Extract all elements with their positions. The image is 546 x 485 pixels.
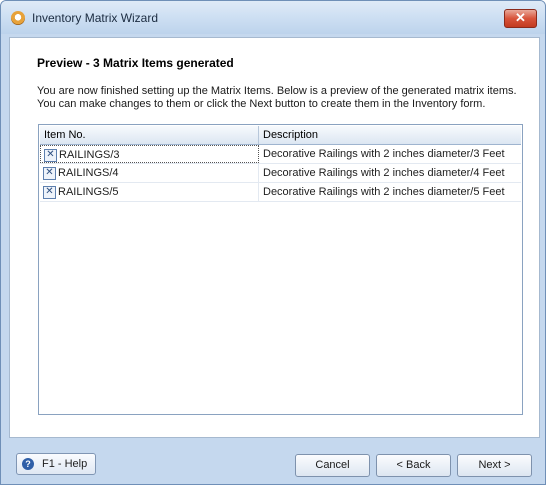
cancel-button[interactable]: Cancel [295,454,370,477]
description-cell[interactable]: Decorative Railings with 2 inches diamet… [259,164,521,182]
close-button[interactable]: ✕ [504,9,537,28]
description-line-1: You are now finished setting up the Matr… [37,85,517,97]
page-heading: Preview - 3 Matrix Items generated [37,56,234,70]
delete-row-icon[interactable]: ✕ [44,149,57,162]
column-header-description[interactable]: Description [259,126,521,144]
description-line-2: You can make changes to them or click th… [37,98,486,110]
matrix-items-grid[interactable]: Item No. Description ✕ RAILINGS/3 Decora… [38,124,523,415]
next-button[interactable]: Next > [457,454,532,477]
grid-header: Item No. Description [40,126,521,145]
help-button[interactable]: ? F1 - Help [16,453,96,475]
back-button[interactable]: < Back [376,454,451,477]
window-title: Inventory Matrix Wizard [32,11,159,25]
table-row[interactable]: ✕ RAILINGS/4 Decorative Railings with 2 … [40,164,521,183]
delete-row-icon[interactable]: ✕ [43,186,56,199]
table-row[interactable]: ✕ RAILINGS/3 Decorative Railings with 2 … [40,145,521,164]
content-panel: Preview - 3 Matrix Items generated You a… [9,37,540,438]
column-header-item-no[interactable]: Item No. [40,126,259,144]
help-label: F1 - Help [42,458,88,470]
item-no-text: RAILINGS/4 [58,167,119,179]
description-cell[interactable]: Decorative Railings with 2 inches diamet… [259,183,521,201]
item-no-text: RAILINGS/3 [59,149,120,161]
title-bar[interactable]: Inventory Matrix Wizard ✕ [1,1,545,34]
help-icon: ? [22,458,34,470]
wizard-window: Inventory Matrix Wizard ✕ Preview - 3 Ma… [0,0,546,485]
item-no-text: RAILINGS/5 [58,186,119,198]
app-icon [11,11,25,25]
item-no-cell[interactable]: ✕ RAILINGS/3 [40,145,259,163]
item-no-cell[interactable]: ✕ RAILINGS/5 [40,183,259,201]
description-cell[interactable]: Decorative Railings with 2 inches diamet… [259,145,521,163]
item-no-cell[interactable]: ✕ RAILINGS/4 [40,164,259,182]
table-row[interactable]: ✕ RAILINGS/5 Decorative Railings with 2 … [40,183,521,202]
delete-row-icon[interactable]: ✕ [43,167,56,180]
footer-bar: ? F1 - Help Cancel < Back Next > [9,445,538,481]
